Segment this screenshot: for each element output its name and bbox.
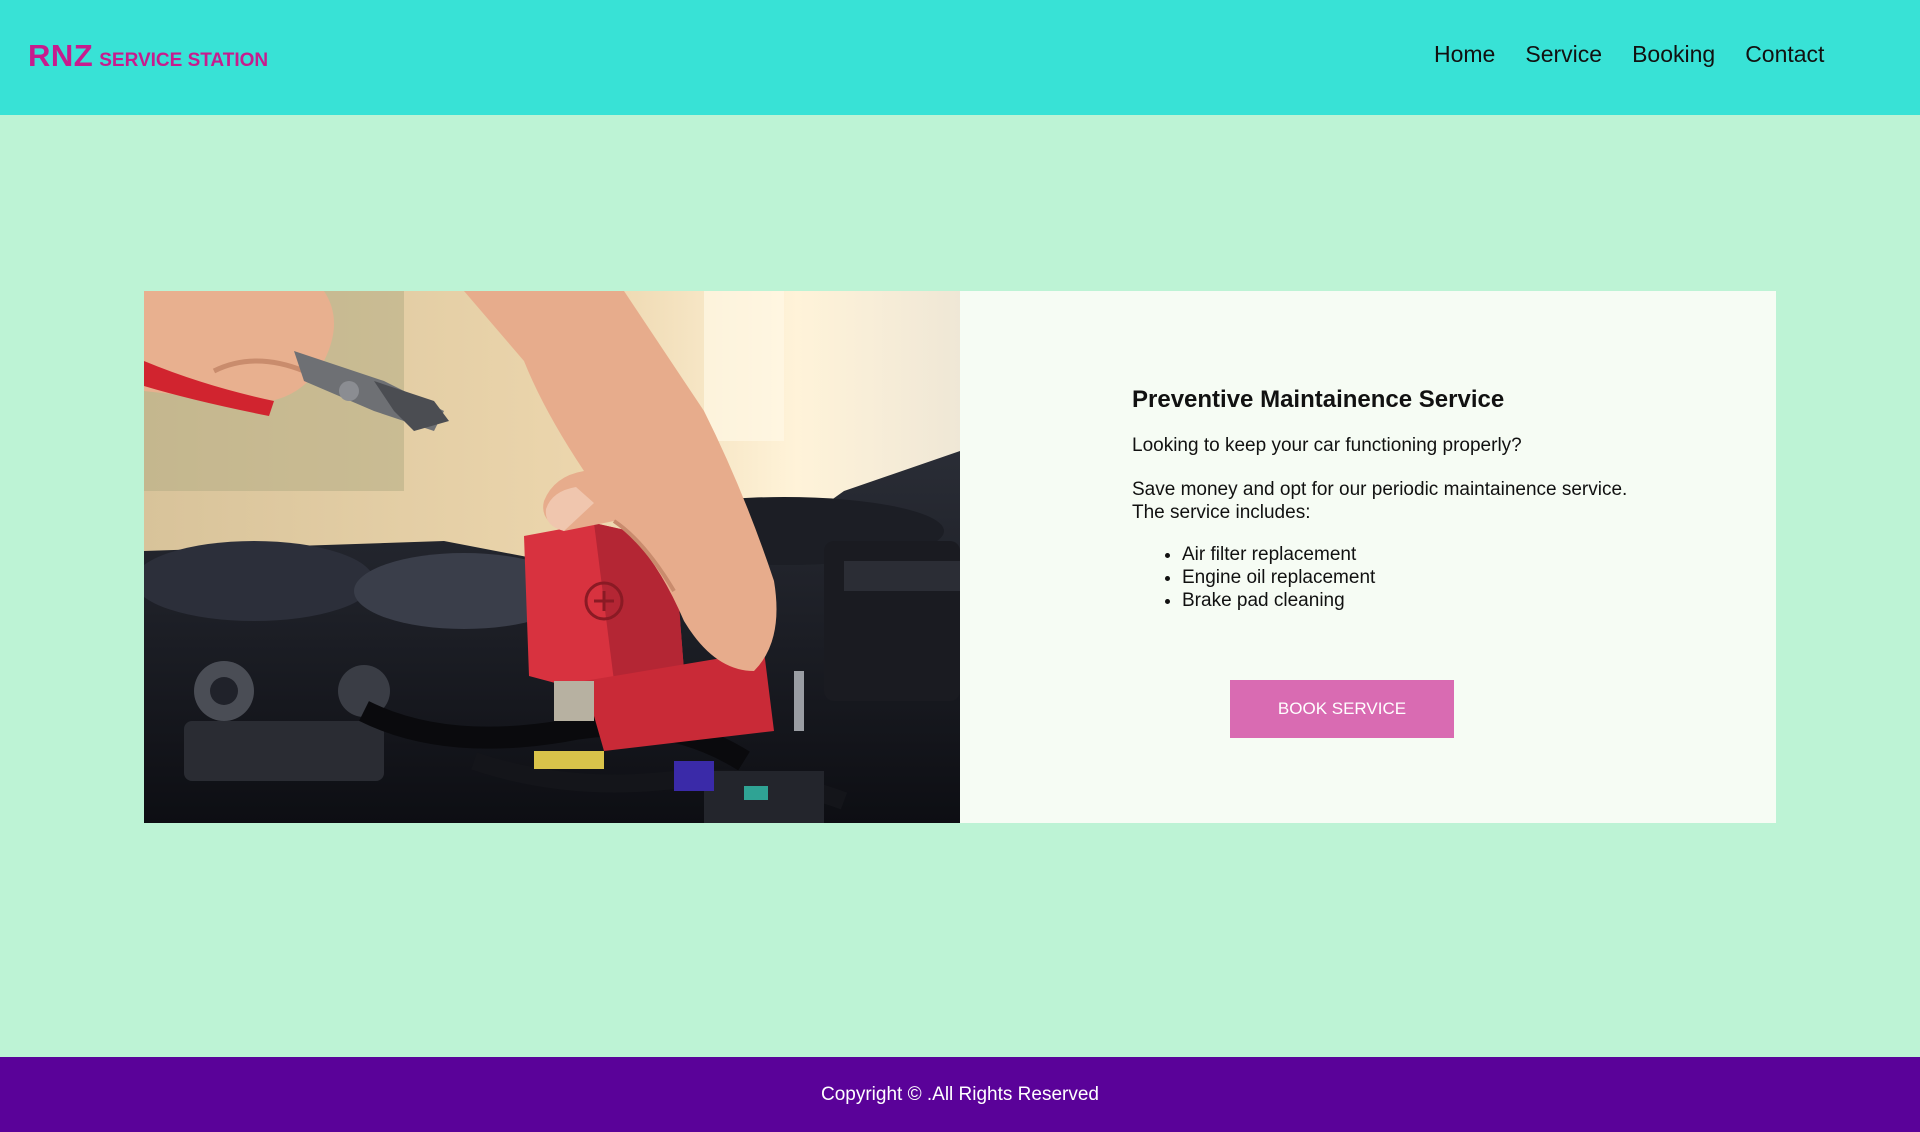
nav-service-link[interactable]: Service xyxy=(1525,41,1602,68)
nav-contact-link[interactable]: Contact xyxy=(1745,41,1824,68)
service-title: Preventive Maintainence Service xyxy=(1132,386,1505,413)
service-card: Preventive Maintainence Service Looking … xyxy=(144,291,1776,823)
main-nav: Home Service Booking Contact xyxy=(1434,41,1854,68)
copyright-text: Copyright © .All Rights Reserved xyxy=(821,1083,1099,1105)
service-photo xyxy=(144,291,960,823)
service-description: Save money and opt for our periodic main… xyxy=(1132,478,1627,524)
service-intro: Looking to keep your car functioning pro… xyxy=(1132,435,1522,456)
service-description-line-2: The service includes: xyxy=(1132,502,1311,523)
nav-home-link[interactable]: Home xyxy=(1434,41,1495,68)
service-description-line-1: Save money and opt for our periodic main… xyxy=(1132,479,1628,500)
mechanic-battery-image xyxy=(144,291,960,823)
service-content: Preventive Maintainence Service Looking … xyxy=(960,291,1776,823)
list-item: Brake pad cleaning xyxy=(1182,589,1375,612)
site-header: RNZ SERVICE STATION Home Service Booking … xyxy=(0,0,1920,115)
list-item: Engine oil replacement xyxy=(1182,566,1375,589)
nav-booking-link[interactable]: Booking xyxy=(1632,41,1715,68)
brand-tagline: SERVICE STATION xyxy=(99,50,269,71)
brand-name: RNZ xyxy=(28,38,94,73)
service-features-list: Air filter replacement Engine oil replac… xyxy=(1132,543,1375,612)
list-item: Air filter replacement xyxy=(1182,543,1375,566)
book-service-button[interactable]: BOOK SERVICE xyxy=(1230,680,1454,738)
brand-logo[interactable]: RNZ SERVICE STATION xyxy=(28,38,268,74)
site-footer: Copyright © .All Rights Reserved xyxy=(0,1057,1920,1132)
